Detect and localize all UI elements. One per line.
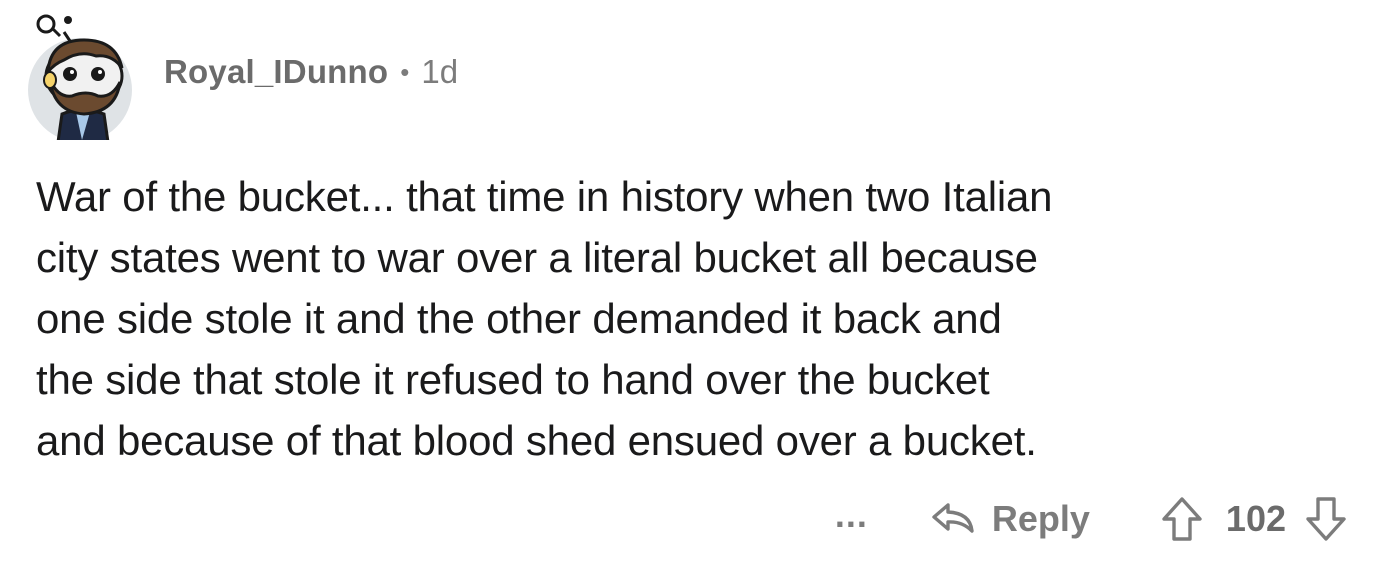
comment-body: War of the bucket... that time in histor… — [36, 166, 1356, 471]
comment-body-line: city states went to war over a literal b… — [36, 234, 1038, 281]
reply-button[interactable]: Reply — [928, 498, 1090, 540]
comment-header: Royal_IDunno • 1d — [24, 10, 458, 144]
comment-body-line: one side stole it and the other demanded… — [36, 295, 1002, 342]
upvote-arrow-icon[interactable] — [1160, 495, 1204, 543]
downvote-arrow-icon[interactable] — [1304, 495, 1348, 543]
avatar-icon — [28, 14, 132, 144]
more-options-button[interactable]: ... — [835, 497, 868, 533]
comment-body-line: the side that stole it refused to hand o… — [36, 356, 990, 403]
comment-body-line: and because of that blood shed ensued ov… — [36, 417, 1037, 464]
vote-controls: 102 — [1160, 495, 1348, 543]
avatar[interactable] — [24, 10, 140, 144]
reply-arrow-icon — [932, 503, 974, 533]
comment: Royal_IDunno • 1d War of the bucket... t… — [0, 0, 1394, 580]
comment-meta: Royal_IDunno • 1d — [164, 52, 458, 92]
comment-age[interactable]: 1d — [421, 52, 458, 92]
reply-label: Reply — [991, 498, 1090, 539]
meta-separator: • — [400, 57, 410, 87]
username[interactable]: Royal_IDunno — [164, 52, 388, 92]
vote-score: 102 — [1225, 498, 1286, 539]
comment-actions: ... Reply 102 — [835, 488, 1348, 550]
comment-body-line: War of the bucket... that time in histor… — [36, 173, 1053, 220]
